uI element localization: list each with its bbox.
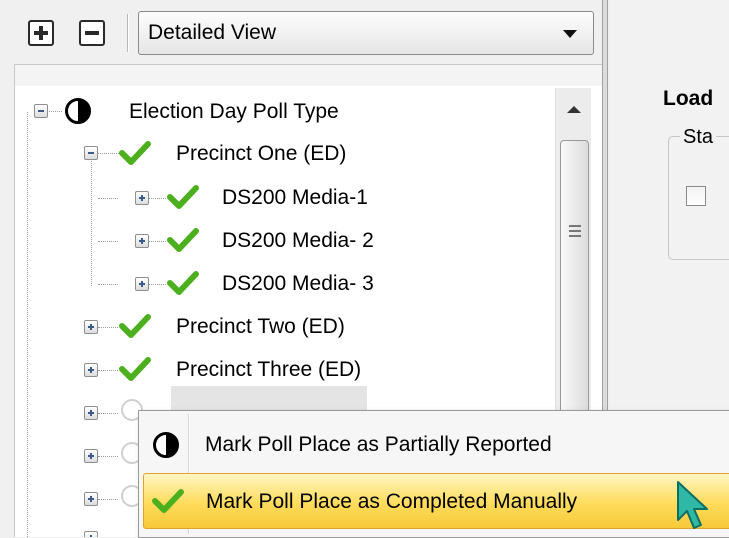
- checkmark-icon: [152, 489, 184, 513]
- collapse-all-button[interactable]: [79, 20, 105, 46]
- expand-toggle[interactable]: [84, 492, 98, 506]
- checkmark-icon: [119, 314, 151, 338]
- tree-item-label[interactable]: Precinct One (ED): [176, 141, 346, 167]
- chevron-down-icon: [563, 30, 577, 38]
- expand-toggle-media-1[interactable]: [135, 191, 149, 205]
- checkmark-icon: [167, 228, 199, 252]
- expand-all-button[interactable]: [28, 20, 54, 46]
- expand-toggle[interactable]: [84, 531, 98, 537]
- checkmark-icon: [119, 141, 151, 165]
- menu-item-label: Mark Poll Place as Completed Manually: [206, 490, 578, 513]
- checkmark-icon: [119, 357, 151, 381]
- tree-item-label[interactable]: Precinct Three (ED): [176, 357, 361, 383]
- menu-item-mark-partially-reported[interactable]: Mark Poll Place as Partially Reported: [143, 417, 729, 473]
- collapse-toggle-root[interactable]: [34, 104, 48, 118]
- toolbar-separator: [127, 14, 129, 52]
- expand-toggle-precinct-three[interactable]: [84, 363, 98, 377]
- context-menu: Mark Poll Place as Partially Reported Ma…: [138, 410, 729, 538]
- tree-item-root-label[interactable]: Election Day Poll Type: [129, 99, 339, 125]
- tree-toolbar: Detailed View: [0, 0, 606, 64]
- selected-row-highlight: [171, 386, 367, 412]
- tree-item-label[interactable]: DS200 Media- 2: [222, 228, 374, 254]
- scrollbar-thumb[interactable]: [560, 140, 589, 420]
- expand-toggle[interactable]: [84, 449, 98, 463]
- half-filled-circle-icon: [65, 98, 91, 124]
- collapse-toggle-precinct-one[interactable]: [84, 146, 98, 160]
- scroll-up-arrow-icon[interactable]: [567, 106, 581, 113]
- tree-item-label[interactable]: DS200 Media- 3: [222, 271, 374, 297]
- mouse-cursor-icon: [677, 481, 708, 529]
- menu-item-label: Mark Poll Place as Partially Reported: [205, 433, 552, 456]
- checkmark-icon: [167, 271, 199, 295]
- status-checkbox[interactable]: [686, 186, 706, 206]
- tree-item-label[interactable]: DS200 Media-1: [222, 185, 368, 211]
- menu-item-mark-completed-manually[interactable]: Mark Poll Place as Completed Manually: [143, 473, 729, 529]
- half-filled-circle-icon: [153, 432, 179, 458]
- view-selector-value: Detailed View: [148, 21, 277, 44]
- expand-toggle-precinct-two[interactable]: [84, 320, 98, 334]
- expand-toggle-media-3[interactable]: [135, 277, 149, 291]
- view-selector-dropdown[interactable]: Detailed View: [138, 11, 594, 55]
- tree-panel-header: [14, 64, 602, 86]
- status-groupbox-label: Sta: [680, 126, 717, 148]
- details-panel-title: Load: [663, 87, 714, 110]
- checkmark-icon: [167, 185, 199, 209]
- expand-toggle-media-2[interactable]: [135, 234, 149, 248]
- expand-toggle[interactable]: [84, 406, 98, 420]
- tree-item-label[interactable]: Precinct Two (ED): [176, 314, 345, 340]
